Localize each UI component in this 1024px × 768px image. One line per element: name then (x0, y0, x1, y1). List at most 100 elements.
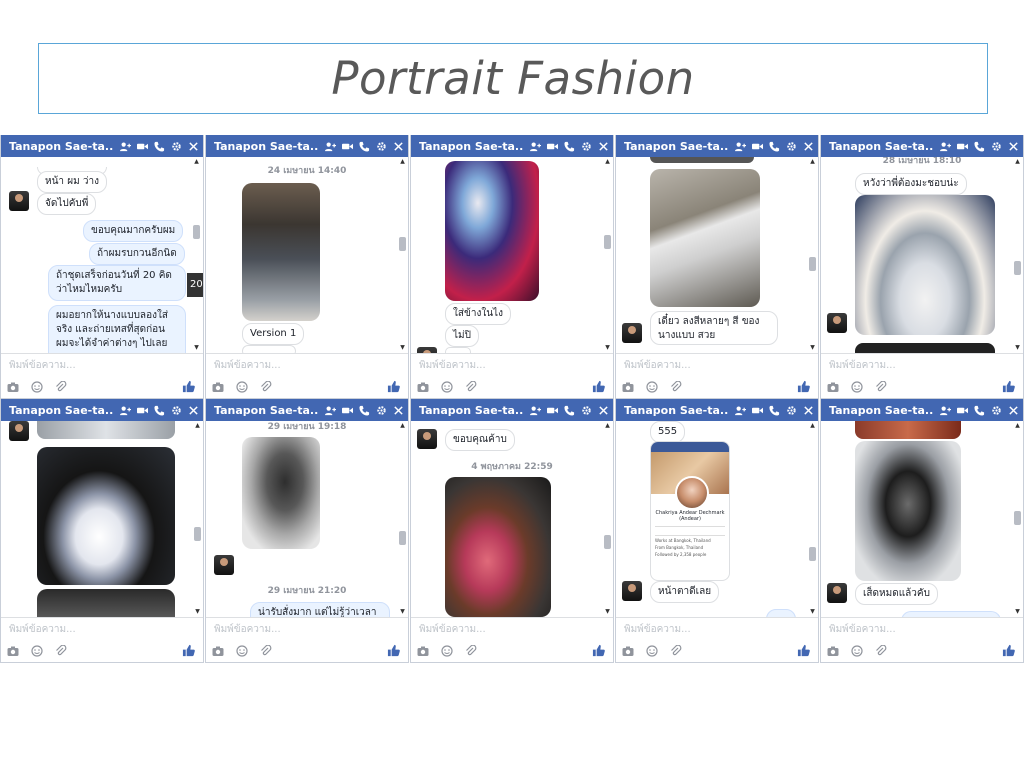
message-input[interactable]: พิมพ์ข้อความ... (411, 617, 613, 639)
thumbs-up-icon[interactable] (797, 644, 810, 657)
scroll-up-icon[interactable]: ▲ (399, 159, 406, 165)
chat-header[interactable]: Tanapon Sae-ta... (821, 135, 1023, 157)
chat-window-7[interactable]: Tanapon Sae-ta... 29 เมษายน 19:18 29 เมษ… (205, 399, 409, 663)
camera-icon[interactable] (7, 381, 19, 393)
thumbs-up-icon[interactable] (797, 380, 810, 393)
chat-body[interactable]: เดี๋ยว ลงสีหลายๆ สี ของ นางแบบ สวย ▲ ▼ (616, 157, 818, 353)
video-call-icon[interactable] (752, 405, 763, 416)
attach-icon[interactable] (55, 644, 67, 657)
scroll-down-icon[interactable]: ▼ (194, 609, 201, 615)
message-input[interactable]: พิมพ์ข้อความ... (616, 353, 818, 375)
photo-black-spiked-dress[interactable] (37, 447, 175, 585)
add-person-icon[interactable] (120, 141, 131, 152)
emoji-icon[interactable] (646, 380, 658, 393)
video-call-icon[interactable] (957, 405, 968, 416)
chat-header[interactable]: Tanapon Sae-ta... (206, 135, 408, 157)
emoji-icon[interactable] (851, 644, 863, 657)
phone-icon[interactable] (154, 405, 165, 416)
camera-icon[interactable] (622, 645, 634, 657)
add-person-icon[interactable] (120, 405, 131, 416)
emoji-icon[interactable] (31, 644, 43, 657)
message-input[interactable]: พิมพ์ข้อความ... (616, 617, 818, 639)
thumbs-up-icon[interactable] (1002, 644, 1015, 657)
add-person-icon[interactable] (325, 405, 336, 416)
photo-fashion-glow[interactable] (445, 161, 539, 301)
video-call-icon[interactable] (342, 141, 353, 152)
contact-name[interactable]: Tanapon Sae-ta... (214, 404, 319, 417)
contact-name[interactable]: Tanapon Sae-ta... (624, 404, 729, 417)
gear-icon[interactable] (171, 405, 182, 416)
chat-body[interactable]: 29 เมษายน 19:18 29 เมษายน 21:20 น่ารับสั… (206, 421, 408, 617)
attach-icon[interactable] (55, 380, 67, 393)
phone-icon[interactable] (769, 141, 780, 152)
add-person-icon[interactable] (940, 405, 951, 416)
scroll-down-icon[interactable]: ▼ (399, 609, 406, 615)
chat-header[interactable]: Tanapon Sae-ta... (206, 399, 408, 421)
scrollbar[interactable]: ▲ ▼ (193, 159, 200, 351)
chat-body[interactable]: ใส่ข้างในไง ไม่ปิ ▲ ▼ (411, 157, 613, 353)
attach-icon[interactable] (875, 380, 887, 393)
chat-body[interactable]: เส็ดหมดแล้วคับ ▲ ▼ (821, 421, 1023, 617)
add-person-icon[interactable] (735, 141, 746, 152)
video-call-icon[interactable] (137, 141, 148, 152)
scrollbar[interactable]: ▲ ▼ (399, 159, 406, 351)
scroll-thumb[interactable] (1014, 511, 1021, 525)
camera-icon[interactable] (212, 645, 224, 657)
add-person-icon[interactable] (735, 405, 746, 416)
chat-body[interactable]: 28 เมษายน 18:10 หวังว่าพี่ต้องมะชอบน่ะ ▲… (821, 157, 1023, 353)
close-icon[interactable] (393, 141, 404, 152)
scroll-down-icon[interactable]: ▼ (809, 345, 816, 351)
phone-icon[interactable] (974, 141, 985, 152)
message-input[interactable]: พิมพ์ข้อความ... (1, 617, 203, 639)
chat-header[interactable]: Tanapon Sae-ta... (1, 135, 203, 157)
chat-header[interactable]: Tanapon Sae-ta... (616, 399, 818, 421)
video-call-icon[interactable] (957, 141, 968, 152)
chat-window-2[interactable]: Tanapon Sae-ta... 24 เมษายน 14:40 Versio… (205, 135, 409, 399)
gear-icon[interactable] (991, 141, 1002, 152)
emoji-icon[interactable] (441, 380, 453, 393)
video-call-icon[interactable] (342, 405, 353, 416)
scroll-thumb[interactable] (194, 527, 201, 541)
phone-icon[interactable] (154, 141, 165, 152)
chat-header[interactable]: Tanapon Sae-ta... (1, 399, 203, 421)
scroll-up-icon[interactable]: ▲ (1014, 159, 1021, 165)
scroll-thumb[interactable] (809, 547, 816, 561)
camera-icon[interactable] (417, 645, 429, 657)
chat-header[interactable]: Tanapon Sae-ta... (411, 135, 613, 157)
photo-spiked-dress[interactable] (855, 195, 995, 335)
emoji-icon[interactable] (236, 644, 248, 657)
scroll-down-icon[interactable]: ▼ (809, 609, 816, 615)
close-icon[interactable] (803, 141, 814, 152)
thumbs-up-icon[interactable] (387, 380, 400, 393)
close-icon[interactable] (598, 405, 609, 416)
scroll-up-icon[interactable]: ▲ (399, 423, 406, 429)
contact-name[interactable]: Tanapon Sae-ta... (419, 404, 524, 417)
scrollbar[interactable]: ▲ ▼ (1014, 159, 1021, 351)
scroll-thumb[interactable] (193, 225, 200, 239)
scrollbar[interactable]: ▲ ▼ (604, 423, 611, 615)
scroll-thumb[interactable] (1014, 261, 1021, 275)
close-icon[interactable] (1008, 141, 1019, 152)
message-input[interactable]: พิมพ์ข้อความ... (821, 353, 1023, 375)
chat-body[interactable]: 24 เมษายน 14:40 Version 1 ▲ ▼ (206, 157, 408, 353)
attach-icon[interactable] (260, 644, 272, 657)
thumbs-up-icon[interactable] (182, 380, 195, 393)
emoji-icon[interactable] (441, 644, 453, 657)
close-icon[interactable] (1008, 405, 1019, 416)
photo-spiked-heels[interactable] (855, 441, 961, 581)
scroll-thumb[interactable] (604, 235, 611, 249)
camera-icon[interactable] (827, 645, 839, 657)
scroll-thumb[interactable] (399, 237, 406, 251)
chat-body[interactable]: หน้า ผม ว่าง จัดไปคับพี่ ขอบคุณมากครับผม… (1, 157, 203, 353)
chat-window-10[interactable]: Tanapon Sae-ta... เส็ดหมดแล้วคับ ▲ ▼ พิมพ… (820, 399, 1024, 663)
phone-icon[interactable] (564, 405, 575, 416)
chat-body[interactable]: ▲ ▼ (1, 421, 203, 617)
chat-body[interactable]: 555 Chakriya Andear Dechmark (Andear) Wo… (616, 421, 818, 617)
chat-header[interactable]: Tanapon Sae-ta... (616, 135, 818, 157)
camera-icon[interactable] (827, 381, 839, 393)
close-icon[interactable] (598, 141, 609, 152)
chat-window-8[interactable]: Tanapon Sae-ta... ขอบคุณค้าบ 4 พฤษภาคม 2… (410, 399, 614, 663)
scroll-up-icon[interactable]: ▲ (1014, 423, 1021, 429)
scroll-up-icon[interactable]: ▲ (604, 159, 611, 165)
close-icon[interactable] (393, 405, 404, 416)
